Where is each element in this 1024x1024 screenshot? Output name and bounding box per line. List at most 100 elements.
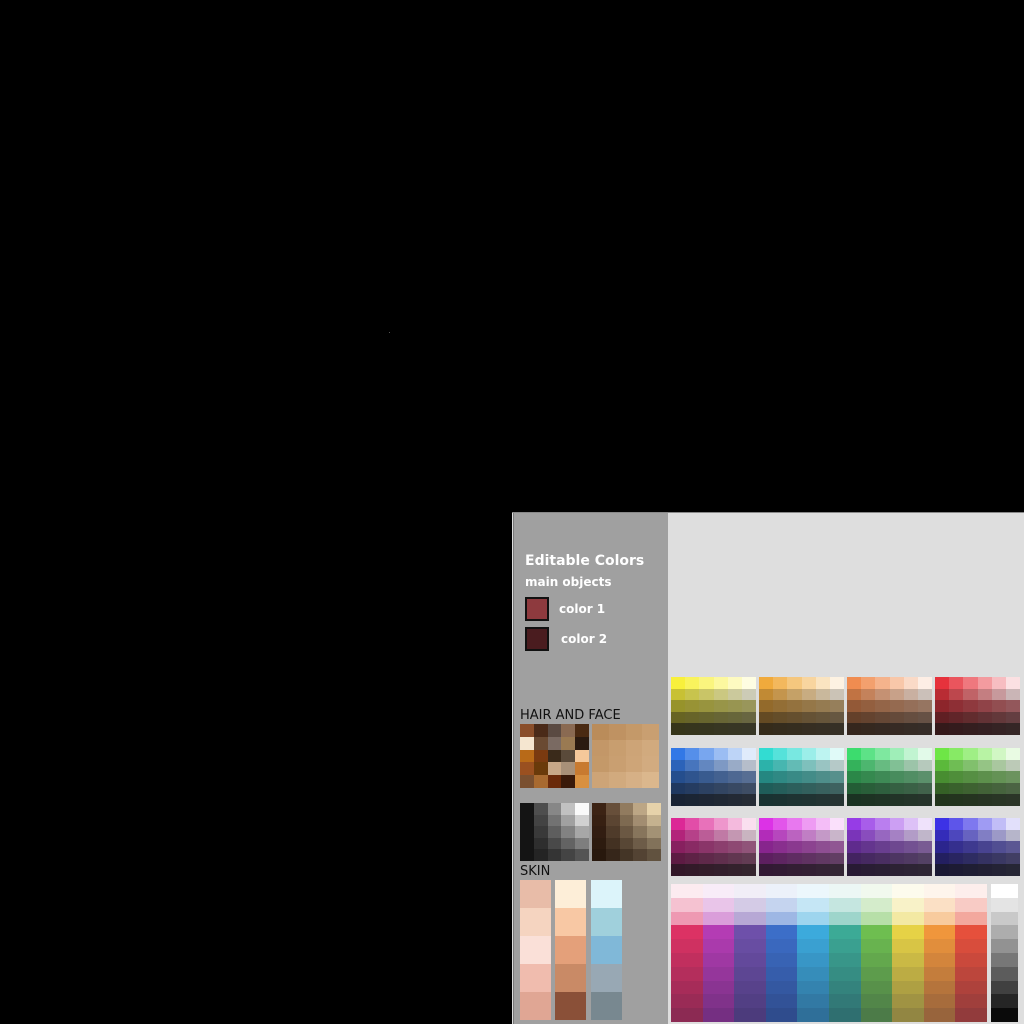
color-swatch[interactable] (734, 953, 766, 967)
color-swatch[interactable] (963, 759, 978, 772)
color-swatch[interactable] (765, 966, 798, 981)
color-swatch[interactable] (759, 829, 774, 842)
color-swatch[interactable] (892, 1008, 924, 1022)
color-2-swatch-button[interactable] (525, 627, 549, 651)
color-swatch[interactable] (671, 700, 686, 712)
color-swatch[interactable] (575, 775, 589, 788)
color-swatch[interactable] (875, 677, 890, 689)
color-swatch[interactable] (702, 897, 735, 912)
color-swatch[interactable] (685, 723, 700, 735)
color-swatch[interactable] (815, 759, 830, 772)
color-swatch[interactable] (734, 884, 766, 898)
color-swatch[interactable] (889, 759, 904, 772)
color-swatch[interactable] (935, 688, 950, 701)
color-swatch[interactable] (699, 748, 714, 760)
color-swatch[interactable] (963, 818, 978, 830)
color-swatch[interactable] (727, 688, 742, 701)
color-swatch[interactable] (759, 794, 774, 806)
color-swatch[interactable] (702, 939, 735, 953)
palette-block[interactable] (759, 748, 844, 806)
color-swatch[interactable] (520, 749, 534, 763)
color-swatch[interactable] (773, 794, 788, 806)
color-swatch[interactable] (605, 814, 620, 827)
color-swatch[interactable] (647, 814, 661, 827)
color-swatch[interactable] (685, 759, 700, 772)
color-swatch[interactable] (935, 771, 950, 783)
color-swatch[interactable] (727, 700, 742, 712)
color-swatch[interactable] (815, 782, 830, 795)
color-swatch[interactable] (591, 908, 622, 936)
color-swatch[interactable] (619, 826, 634, 838)
color-swatch[interactable] (591, 936, 622, 964)
color-swatch[interactable] (829, 897, 861, 912)
color-swatch[interactable] (699, 771, 714, 783)
color-swatch[interactable] (923, 884, 956, 898)
color-swatch[interactable] (991, 794, 1006, 806)
color-swatch[interactable] (699, 700, 714, 712)
color-swatch[interactable] (685, 829, 700, 842)
color-swatch[interactable] (671, 723, 686, 735)
color-swatch[interactable] (977, 829, 992, 842)
color-swatch[interactable] (917, 759, 932, 772)
color-swatch[interactable] (815, 748, 830, 760)
color-swatch[interactable] (860, 994, 893, 1009)
color-swatch[interactable] (671, 711, 686, 724)
color-swatch[interactable] (875, 864, 890, 876)
color-swatch[interactable] (555, 992, 586, 1020)
color-swatch[interactable] (699, 794, 714, 806)
color-swatch[interactable] (889, 794, 904, 806)
color-swatch[interactable] (935, 841, 950, 853)
color-swatch[interactable] (741, 677, 756, 689)
color-swatch[interactable] (741, 748, 756, 760)
color-swatch[interactable] (759, 711, 774, 724)
color-swatch[interactable] (935, 794, 950, 806)
color-swatch[interactable] (829, 748, 844, 760)
color-swatch[interactable] (903, 711, 918, 724)
color-swatch[interactable] (575, 837, 589, 850)
color-swatch[interactable] (787, 782, 802, 795)
color-swatch[interactable] (699, 864, 714, 876)
color-swatch[interactable] (520, 908, 551, 936)
color-swatch[interactable] (575, 803, 589, 815)
color-swatch[interactable] (955, 1008, 987, 1022)
color-swatch[interactable] (955, 884, 987, 898)
color-swatch[interactable] (903, 759, 918, 772)
color-swatch[interactable] (797, 1008, 829, 1022)
palette-block[interactable] (847, 748, 932, 806)
color-swatch[interactable] (892, 925, 924, 940)
color-swatch[interactable] (889, 748, 904, 760)
color-swatch[interactable] (875, 748, 890, 760)
color-swatch[interactable] (765, 939, 798, 953)
color-swatch[interactable] (685, 688, 700, 701)
color-swatch[interactable] (575, 849, 589, 861)
color-1-swatch-button[interactable] (525, 597, 549, 621)
color-swatch[interactable] (860, 939, 893, 953)
color-swatch[interactable] (889, 782, 904, 795)
color-swatch[interactable] (713, 711, 728, 724)
color-swatch[interactable] (935, 677, 950, 689)
color-swatch[interactable] (797, 966, 829, 981)
color-swatch[interactable] (787, 711, 802, 724)
color-swatch[interactable] (861, 759, 876, 772)
color-swatch[interactable] (647, 837, 661, 850)
color-swatch[interactable] (991, 864, 1006, 876)
color-swatch[interactable] (547, 803, 562, 815)
color-swatch[interactable] (875, 794, 890, 806)
color-swatch[interactable] (759, 677, 774, 689)
skin-column-3[interactable] (591, 880, 622, 1020)
pastel-palette[interactable] (671, 884, 987, 1022)
color-swatch[interactable] (875, 711, 890, 724)
color-swatch[interactable] (860, 884, 893, 898)
color-swatch[interactable] (903, 829, 918, 842)
color-swatch[interactable] (773, 677, 788, 689)
color-swatch[interactable] (727, 759, 742, 772)
color-swatch[interactable] (1005, 841, 1020, 853)
color-swatch[interactable] (685, 818, 700, 830)
color-swatch[interactable] (889, 852, 904, 865)
color-swatch[interactable] (991, 782, 1006, 795)
color-swatch[interactable] (699, 711, 714, 724)
color-swatch[interactable] (575, 762, 589, 776)
color-swatch[interactable] (533, 814, 548, 827)
color-swatch[interactable] (991, 897, 1018, 912)
color-swatch[interactable] (671, 897, 703, 912)
